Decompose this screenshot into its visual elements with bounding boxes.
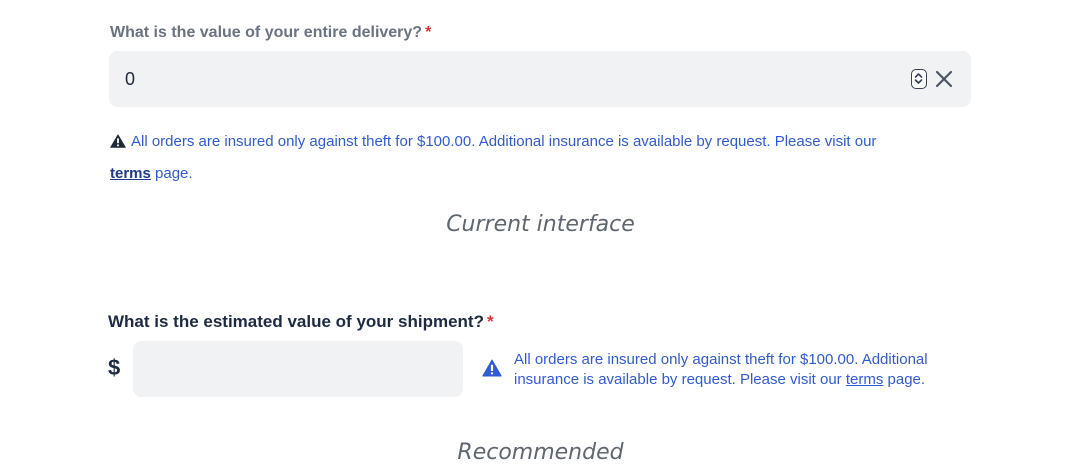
caption-recommended: Recommended xyxy=(457,440,624,465)
shipment-value-input[interactable] xyxy=(133,341,463,397)
warning-triangle-icon xyxy=(110,129,126,159)
recommended-question-text: What is the estimated value of your ship… xyxy=(108,312,484,331)
current-insurance-note: All orders are insured only against thef… xyxy=(110,127,980,189)
currency-symbol: $ xyxy=(108,355,121,380)
current-note-text: All orders are insured only against thef… xyxy=(131,133,877,150)
delivery-value-input[interactable]: 0 xyxy=(109,51,971,107)
warning-triangle-icon xyxy=(482,359,502,382)
recommended-note-suffix: page. xyxy=(883,371,926,388)
close-icon[interactable] xyxy=(935,70,953,88)
current-question-label: What is the value of your entire deliver… xyxy=(110,24,431,42)
recommended-insurance-note: All orders are insured only against thef… xyxy=(514,350,984,390)
number-spinner-icon[interactable] xyxy=(911,69,927,89)
current-question-text: What is the value of your entire deliver… xyxy=(110,24,423,41)
current-note-suffix: page. xyxy=(150,165,193,182)
required-asterisk: * xyxy=(486,312,494,331)
caption-current: Current interface xyxy=(446,212,635,237)
required-asterisk: * xyxy=(425,24,432,41)
recommended-question-label: What is the estimated value of your ship… xyxy=(108,312,494,332)
terms-link[interactable]: terms xyxy=(110,165,151,182)
terms-link[interactable]: terms xyxy=(846,371,884,388)
delivery-value-text: 0 xyxy=(125,69,136,89)
